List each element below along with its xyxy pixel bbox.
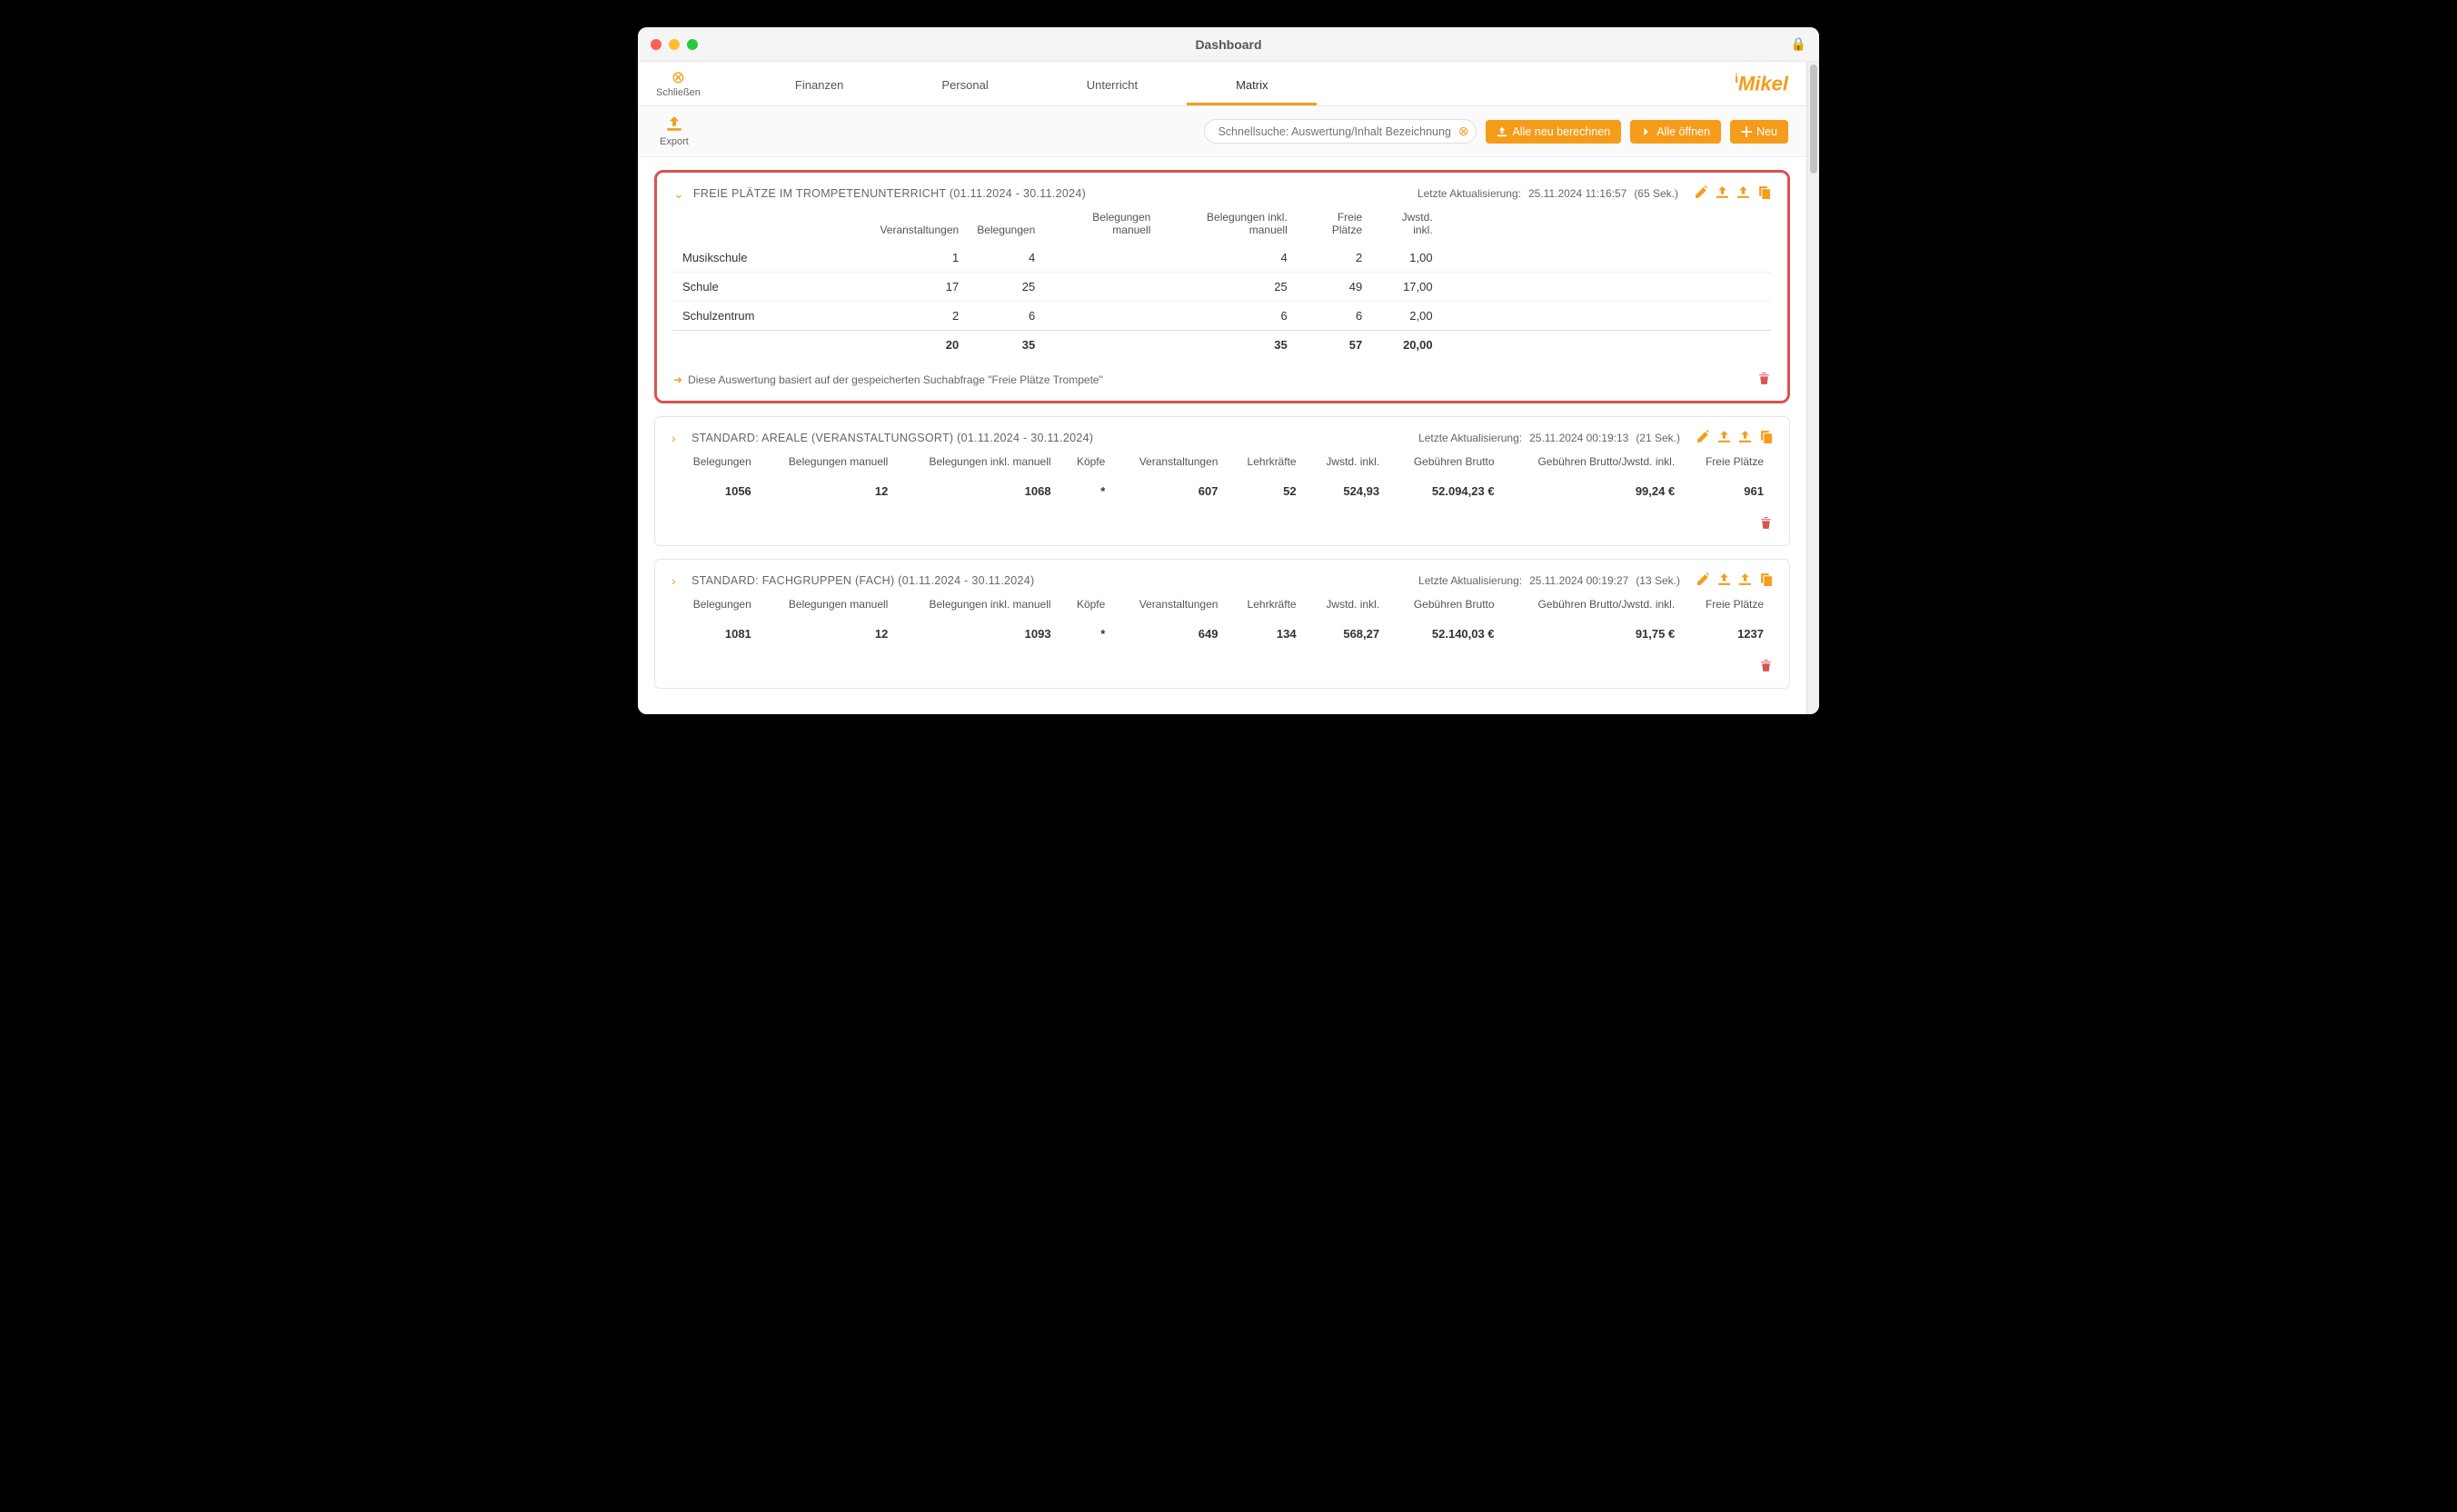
table-row: 108112 1093* 649134 568,2752.140,03 € 91… xyxy=(671,618,1773,650)
delete-button[interactable] xyxy=(1759,659,1773,675)
upload-button[interactable] xyxy=(1717,430,1731,446)
tab-matrix[interactable]: Matrix xyxy=(1187,69,1317,105)
meta-label: Letzte Aktualisierung: xyxy=(1418,187,1521,200)
edit-button[interactable] xyxy=(1696,572,1710,589)
tab-unterricht[interactable]: Unterricht xyxy=(1038,69,1187,105)
plus-icon xyxy=(1741,126,1752,137)
chevron-right-icon xyxy=(1641,126,1652,137)
expand-toggle[interactable]: › xyxy=(671,573,684,588)
window-minimize-button[interactable] xyxy=(669,39,680,50)
titlebar: Dashboard 🔒 xyxy=(638,27,1819,62)
search-input-wrap: ⊗ xyxy=(1204,119,1477,144)
meta-duration: (65 Sek.) xyxy=(1634,187,1678,200)
report-panel-areale: › STANDARD: AREALE (VERANSTALTUNGSORT) (… xyxy=(654,416,1790,546)
col-header: Belegungen xyxy=(968,211,1044,244)
summary-table: BelegungenBelegungen manuell Belegungen … xyxy=(671,598,1773,650)
edit-button[interactable] xyxy=(1695,185,1708,202)
recalculate-all-button[interactable]: Alle neu berechnen xyxy=(1486,120,1621,144)
summary-table: BelegungenBelegungen manuell Belegungen … xyxy=(671,455,1773,507)
report-panel-fachgruppen: › STANDARD: FACHGRUPPEN (FACH) (01.11.20… xyxy=(654,559,1790,689)
upload-button[interactable] xyxy=(1716,185,1729,202)
col-header: Belegungen manuell xyxy=(1044,211,1159,244)
export-button[interactable] xyxy=(1736,185,1750,202)
panel-title: STANDARD: FACHGRUPPEN (FACH) (01.11.2024… xyxy=(691,574,1034,587)
window-title: Dashboard xyxy=(638,37,1819,52)
lock-icon: 🔒 xyxy=(1791,36,1806,52)
scrollbar-thumb[interactable] xyxy=(1810,65,1817,174)
upload-icon xyxy=(1497,126,1507,137)
new-button[interactable]: Neu xyxy=(1730,120,1788,144)
window-close-button[interactable] xyxy=(651,39,662,50)
col-header: Veranstaltungen xyxy=(870,211,968,244)
footnote-text: Diese Auswertung basiert auf der gespeic… xyxy=(688,373,1103,386)
app-logo: iMikel xyxy=(1735,71,1788,95)
edit-button[interactable] xyxy=(1696,430,1710,446)
action-bar: Export ⊗ Alle neu berechnen Alle öffnen xyxy=(638,106,1806,157)
col-header: Freie Plätze xyxy=(1297,211,1371,244)
info-icon: ➜ xyxy=(673,373,682,386)
collapse-toggle[interactable]: ⌄ xyxy=(673,186,686,202)
top-nav: ⊗ Schließen Finanzen Personal Unterricht… xyxy=(638,62,1806,106)
copy-button[interactable] xyxy=(1759,430,1773,446)
delete-button[interactable] xyxy=(1759,516,1773,532)
close-icon: ⊗ xyxy=(656,69,701,85)
copy-button[interactable] xyxy=(1759,572,1773,589)
col-header: Jwstd. inkl. xyxy=(1371,211,1441,244)
table-row: Schule1725254917,00 xyxy=(673,273,1771,302)
report-table: Veranstaltungen Belegungen Belegungen ma… xyxy=(673,211,1771,359)
close-button[interactable]: ⊗ Schließen xyxy=(647,69,710,105)
table-total-row: 2035355720,00 xyxy=(673,331,1771,360)
panel-title: FREIE PLÄTZE IM TROMPETENUNTERRICHT (01.… xyxy=(693,187,1086,200)
open-all-button[interactable]: Alle öffnen xyxy=(1630,120,1721,144)
app-window: Dashboard 🔒 ⊗ Schließen Finanzen Persona… xyxy=(638,27,1819,714)
export-button[interactable] xyxy=(1738,572,1752,589)
report-panel-trompeten: ⌄ FREIE PLÄTZE IM TROMPETENUNTERRICHT (0… xyxy=(654,170,1790,403)
copy-button[interactable] xyxy=(1757,185,1771,202)
expand-toggle[interactable]: › xyxy=(671,431,684,445)
vertical-scrollbar[interactable] xyxy=(1806,62,1819,714)
panel-title: STANDARD: AREALE (VERANSTALTUNGSORT) (01… xyxy=(691,432,1093,444)
meta-timestamp: 25.11.2024 11:16:57 xyxy=(1528,187,1626,200)
upload-button[interactable] xyxy=(1717,572,1731,589)
col-header: Belegungen inkl. manuell xyxy=(1159,211,1296,244)
export-icon xyxy=(660,115,689,134)
delete-button[interactable] xyxy=(1757,372,1771,388)
search-input[interactable] xyxy=(1218,125,1457,138)
tab-finanzen[interactable]: Finanzen xyxy=(746,69,892,105)
clear-search-icon[interactable]: ⊗ xyxy=(1458,124,1469,139)
window-zoom-button[interactable] xyxy=(687,39,698,50)
export-button[interactable] xyxy=(1738,430,1752,446)
export-button[interactable]: Export xyxy=(656,115,692,147)
table-row: Musikschule14421,00 xyxy=(673,244,1771,273)
tab-personal[interactable]: Personal xyxy=(892,69,1037,105)
table-row: Schulzentrum26662,00 xyxy=(673,302,1771,331)
table-row: 105612 1068* 60752 524,9352.094,23 € 99,… xyxy=(671,475,1773,507)
